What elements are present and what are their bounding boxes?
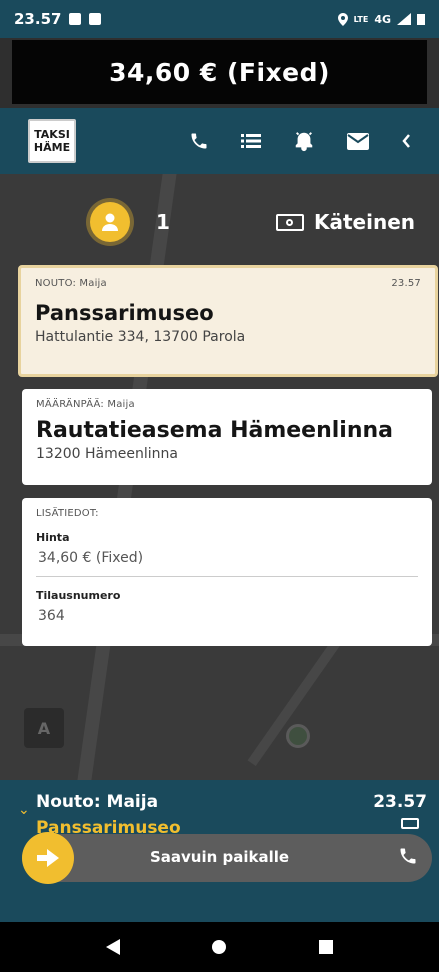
- system-nav-bar: [0, 922, 439, 972]
- list-icon[interactable]: [241, 133, 261, 149]
- status-bar: 23.57 LTE 4G: [0, 0, 439, 38]
- order-number-value: 364: [38, 608, 65, 624]
- destination-label: MÄÄRÄNPÄÄ: Maija: [36, 399, 135, 410]
- app-header: TAKSI HÄME: [0, 108, 439, 174]
- chevron-down-icon[interactable]: ⌄: [18, 802, 30, 818]
- network-indicator: 4G: [374, 12, 391, 26]
- passenger-icon: [90, 202, 130, 242]
- phone-icon[interactable]: [398, 846, 418, 866]
- passenger-count: 1: [156, 210, 170, 234]
- divider: [36, 576, 418, 577]
- taksi-hame-logo: TAKSI HÄME: [28, 119, 76, 163]
- location-icon: [337, 12, 348, 26]
- pickup-address: Hattulantie 334, 13700 Parola: [35, 329, 246, 345]
- map-pin-icon: [286, 724, 310, 748]
- home-icon[interactable]: [212, 940, 227, 954]
- trip-info-bar: 1 Käteinen: [0, 190, 439, 254]
- extra-heading: LISÄTIEDOT:: [36, 508, 99, 519]
- order-number-label: Tilausnumero: [36, 589, 121, 602]
- pickup-time: 23.57: [391, 278, 421, 289]
- destination-address: 13200 Hämeenlinna: [36, 446, 178, 462]
- logo-line2: HÄME: [33, 141, 71, 154]
- signal-icon: [397, 13, 411, 25]
- pickup-label: NOUTO: Maija: [35, 278, 107, 289]
- payment-method: Käteinen: [275, 210, 415, 234]
- chevron-left-icon[interactable]: [401, 133, 411, 149]
- price-value: 34,60 € (Fixed): [38, 550, 144, 566]
- back-icon[interactable]: [106, 939, 121, 955]
- map-compass-button[interactable]: A: [24, 708, 64, 748]
- mail-icon[interactable]: [347, 132, 369, 150]
- battery-icon: [417, 14, 425, 25]
- gallery-icon: [69, 13, 82, 25]
- destination-place: Rautatieasema Hämeenlinna: [36, 418, 394, 443]
- volte-indicator: LTE: [353, 14, 369, 24]
- status-time: 23.57: [14, 10, 62, 28]
- alarm-icon[interactable]: [293, 130, 315, 152]
- bottom-time: 23.57: [373, 792, 427, 812]
- price-label: Hinta: [36, 531, 70, 544]
- price-banner: 34,60 € (Fixed): [12, 40, 427, 104]
- arrival-slider-label: Saavuin paikalle: [149, 848, 290, 866]
- cash-icon: [401, 818, 419, 829]
- phone-icon[interactable]: [189, 131, 209, 151]
- extra-info-card: LISÄTIEDOT: Hinta 34,60 € (Fixed) Tilaus…: [22, 498, 432, 646]
- logo-line1: TAKSI: [34, 128, 70, 141]
- print-icon: [89, 13, 102, 25]
- payment-label: Käteinen: [313, 210, 415, 234]
- pickup-place: Panssarimuseo: [35, 301, 214, 325]
- recents-icon[interactable]: [318, 940, 333, 954]
- destination-card[interactable]: MÄÄRÄNPÄÄ: Maija Rautatieasema Hämeenlin…: [22, 389, 432, 485]
- bottom-title: Nouto: Maija: [36, 792, 159, 812]
- cash-icon: [275, 213, 304, 231]
- pickup-card[interactable]: NOUTO: Maija 23.57 Panssarimuseo Hattula…: [18, 265, 438, 377]
